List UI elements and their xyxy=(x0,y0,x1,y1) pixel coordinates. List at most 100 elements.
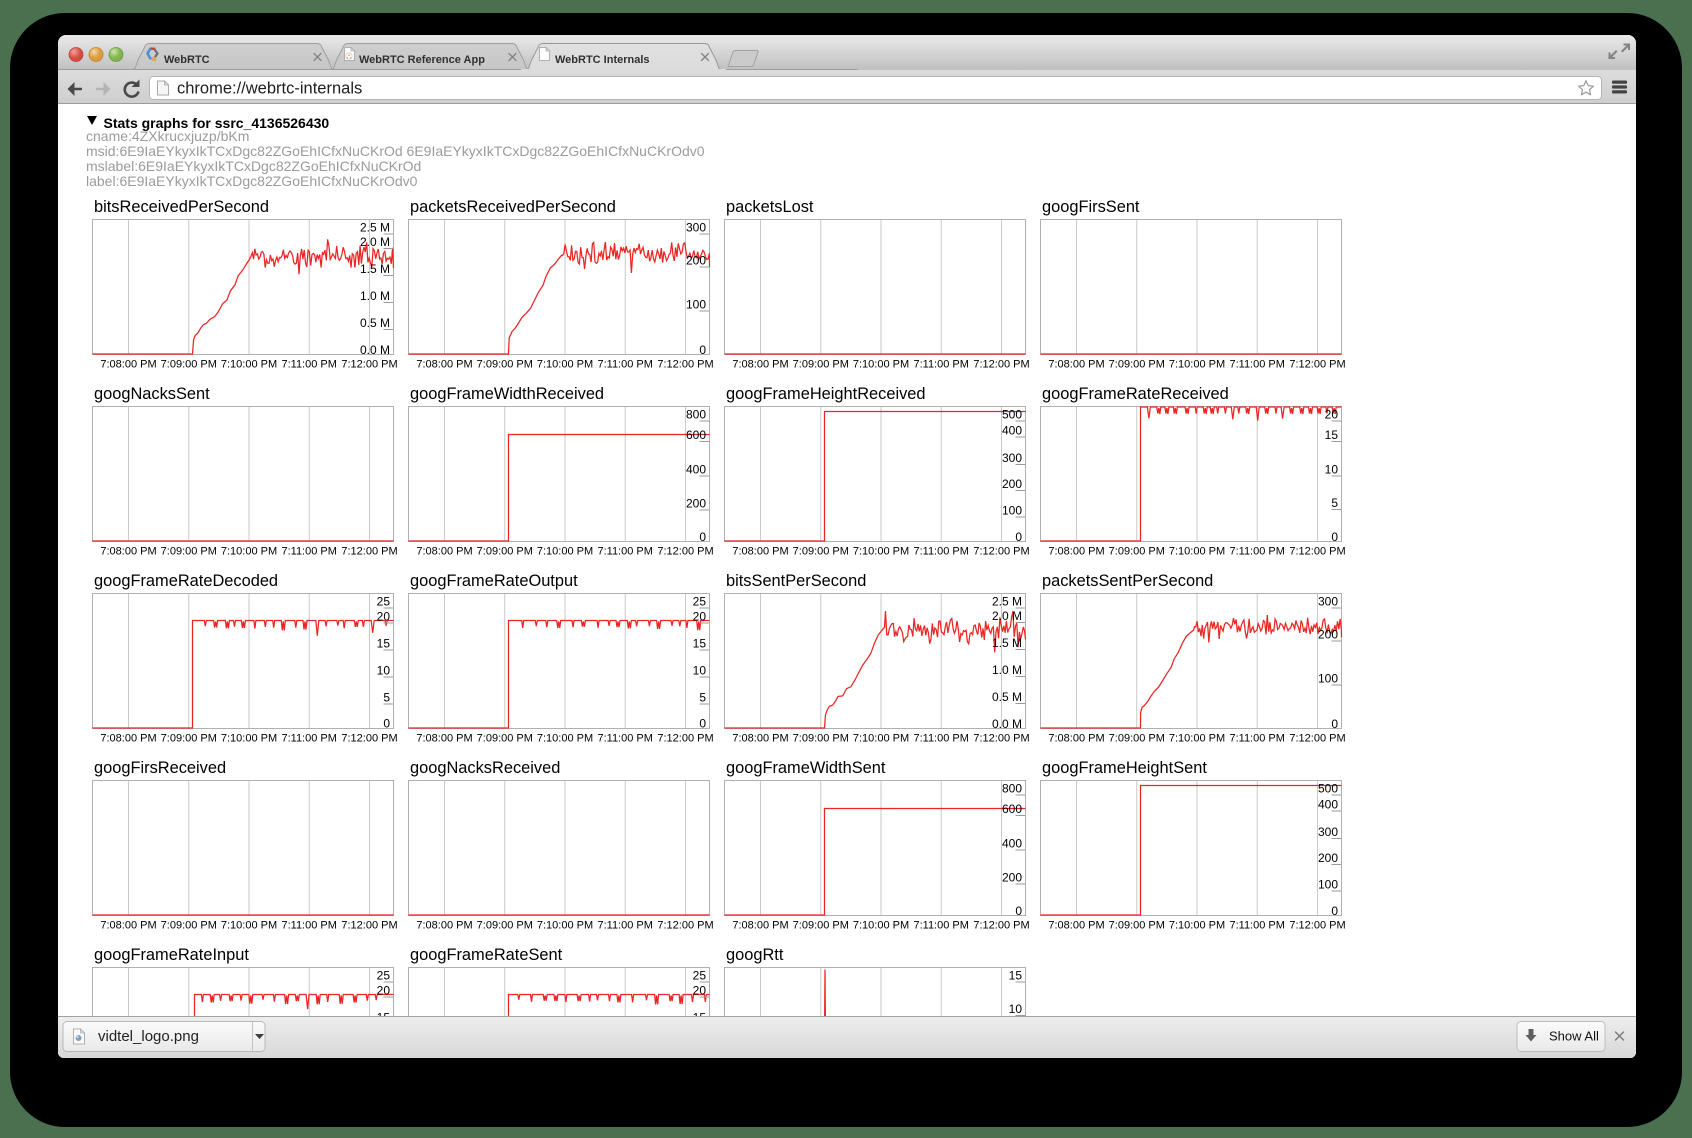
svg-text:300: 300 xyxy=(1318,595,1338,609)
svg-text:7:08:00 PM: 7:08:00 PM xyxy=(1048,359,1104,371)
svg-text:7:08:00 PM: 7:08:00 PM xyxy=(100,733,156,745)
svg-text:7:09:00 PM: 7:09:00 PM xyxy=(477,546,533,558)
svg-text:7:11:00 PM: 7:11:00 PM xyxy=(1229,546,1284,558)
svg-text:7:11:00 PM: 7:11:00 PM xyxy=(597,546,652,558)
svg-text:7:08:00 PM: 7:08:00 PM xyxy=(100,359,156,371)
svg-text:7:09:00 PM: 7:09:00 PM xyxy=(1109,733,1165,745)
svg-text:200: 200 xyxy=(1002,871,1022,885)
svg-text:7:12:00 PM: 7:12:00 PM xyxy=(341,546,397,558)
svg-text:0: 0 xyxy=(1331,904,1338,918)
svg-text:10: 10 xyxy=(1325,463,1339,477)
svg-text:7:10:00 PM: 7:10:00 PM xyxy=(853,733,909,745)
svg-text:25: 25 xyxy=(693,969,707,983)
svg-text:7:12:00 PM: 7:12:00 PM xyxy=(1289,920,1345,932)
svg-text:200: 200 xyxy=(686,497,706,511)
svg-text:10: 10 xyxy=(377,664,391,678)
svg-text:400: 400 xyxy=(1318,798,1338,812)
svg-text:7:10:00 PM: 7:10:00 PM xyxy=(1169,920,1225,932)
svg-text:300: 300 xyxy=(686,221,706,235)
svg-text:7:09:00 PM: 7:09:00 PM xyxy=(161,733,217,745)
svg-text:0.5 M: 0.5 M xyxy=(360,316,390,330)
svg-text:7:08:00 PM: 7:08:00 PM xyxy=(416,733,472,745)
svg-text:7:11:00 PM: 7:11:00 PM xyxy=(281,546,336,558)
svg-text:7:09:00 PM: 7:09:00 PM xyxy=(477,359,533,371)
svg-text:100: 100 xyxy=(686,298,706,312)
svg-text:7:09:00 PM: 7:09:00 PM xyxy=(1109,546,1165,558)
svg-text:500: 500 xyxy=(1318,782,1338,796)
svg-text:400: 400 xyxy=(686,463,706,477)
svg-text:600: 600 xyxy=(1002,802,1022,816)
svg-text:0: 0 xyxy=(699,530,706,544)
svg-text:7:12:00 PM: 7:12:00 PM xyxy=(973,733,1029,745)
svg-text:7:11:00 PM: 7:11:00 PM xyxy=(913,733,968,745)
svg-text:7:12:00 PM: 7:12:00 PM xyxy=(341,733,397,745)
svg-text:300: 300 xyxy=(1318,825,1338,839)
svg-text:7:10:00 PM: 7:10:00 PM xyxy=(853,920,909,932)
svg-text:7:11:00 PM: 7:11:00 PM xyxy=(1229,920,1284,932)
svg-text:0: 0 xyxy=(1331,530,1338,544)
svg-text:25: 25 xyxy=(693,595,707,609)
svg-text:7:12:00 PM: 7:12:00 PM xyxy=(341,920,397,932)
svg-text:100: 100 xyxy=(1318,878,1338,892)
svg-text:7:10:00 PM: 7:10:00 PM xyxy=(853,546,909,558)
svg-text:7:11:00 PM: 7:11:00 PM xyxy=(281,920,336,932)
svg-text:5: 5 xyxy=(383,691,390,705)
svg-text:7:08:00 PM: 7:08:00 PM xyxy=(732,920,788,932)
svg-text:7:10:00 PM: 7:10:00 PM xyxy=(537,733,593,745)
svg-text:100: 100 xyxy=(1318,672,1338,686)
svg-text:7:11:00 PM: 7:11:00 PM xyxy=(281,733,336,745)
svg-text:7:12:00 PM: 7:12:00 PM xyxy=(1289,359,1345,371)
svg-text:7:10:00 PM: 7:10:00 PM xyxy=(221,920,277,932)
svg-text:7:11:00 PM: 7:11:00 PM xyxy=(281,359,336,371)
svg-text:7:10:00 PM: 7:10:00 PM xyxy=(537,546,593,558)
svg-text:7:08:00 PM: 7:08:00 PM xyxy=(416,546,472,558)
svg-text:15: 15 xyxy=(377,637,391,651)
svg-text:7:09:00 PM: 7:09:00 PM xyxy=(161,546,217,558)
svg-text:200: 200 xyxy=(686,254,706,268)
svg-text:7:11:00 PM: 7:11:00 PM xyxy=(597,733,652,745)
svg-text:7:09:00 PM: 7:09:00 PM xyxy=(1109,359,1165,371)
svg-text:7:09:00 PM: 7:09:00 PM xyxy=(477,733,533,745)
svg-text:7:09:00 PM: 7:09:00 PM xyxy=(1109,920,1165,932)
svg-text:600: 600 xyxy=(686,428,706,442)
svg-text:7:08:00 PM: 7:08:00 PM xyxy=(100,920,156,932)
svg-text:0: 0 xyxy=(1015,904,1022,918)
svg-text:1.0 M: 1.0 M xyxy=(992,663,1022,677)
svg-text:0.0 M: 0.0 M xyxy=(992,717,1022,731)
svg-text:100: 100 xyxy=(1002,504,1022,518)
svg-text:7:10:00 PM: 7:10:00 PM xyxy=(1169,733,1225,745)
svg-text:7:08:00 PM: 7:08:00 PM xyxy=(100,546,156,558)
svg-text:7:10:00 PM: 7:10:00 PM xyxy=(1169,546,1225,558)
svg-text:7:12:00 PM: 7:12:00 PM xyxy=(1289,546,1345,558)
svg-text:0: 0 xyxy=(699,717,706,731)
svg-text:7:10:00 PM: 7:10:00 PM xyxy=(1169,359,1225,371)
svg-text:15: 15 xyxy=(1009,969,1023,983)
svg-text:7:11:00 PM: 7:11:00 PM xyxy=(1229,733,1284,745)
svg-text:1.0 M: 1.0 M xyxy=(360,289,390,303)
svg-text:7:12:00 PM: 7:12:00 PM xyxy=(1289,733,1345,745)
svg-text:7:08:00 PM: 7:08:00 PM xyxy=(1048,733,1104,745)
svg-text:300: 300 xyxy=(1002,451,1022,465)
svg-text:20: 20 xyxy=(1325,408,1339,422)
svg-text:1.5 M: 1.5 M xyxy=(992,636,1022,650)
svg-text:7:09:00 PM: 7:09:00 PM xyxy=(793,920,849,932)
svg-text:0: 0 xyxy=(1331,717,1338,731)
svg-text:WebRTC Reference App: WebRTC Reference App xyxy=(359,54,485,66)
svg-text:200: 200 xyxy=(1318,851,1338,865)
svg-text:7:10:00 PM: 7:10:00 PM xyxy=(537,920,593,932)
svg-text:200: 200 xyxy=(1002,477,1022,491)
svg-text:chrome://webrtc-internals: chrome://webrtc-internals xyxy=(177,80,362,98)
svg-text:20: 20 xyxy=(377,984,391,998)
svg-text:7:08:00 PM: 7:08:00 PM xyxy=(732,359,788,371)
svg-text:7:12:00 PM: 7:12:00 PM xyxy=(341,359,397,371)
svg-text:vidtel_logo.png: vidtel_logo.png xyxy=(98,1028,199,1045)
svg-text:7:08:00 PM: 7:08:00 PM xyxy=(732,546,788,558)
svg-text:500: 500 xyxy=(1002,408,1022,422)
svg-text:2.5 M: 2.5 M xyxy=(992,595,1022,609)
svg-text:7:08:00 PM: 7:08:00 PM xyxy=(1048,546,1104,558)
svg-text:20: 20 xyxy=(377,610,391,624)
svg-text:15: 15 xyxy=(1325,428,1339,442)
svg-text:7:12:00 PM: 7:12:00 PM xyxy=(657,733,713,745)
svg-text:7:09:00 PM: 7:09:00 PM xyxy=(477,920,533,932)
svg-text:7:10:00 PM: 7:10:00 PM xyxy=(537,359,593,371)
